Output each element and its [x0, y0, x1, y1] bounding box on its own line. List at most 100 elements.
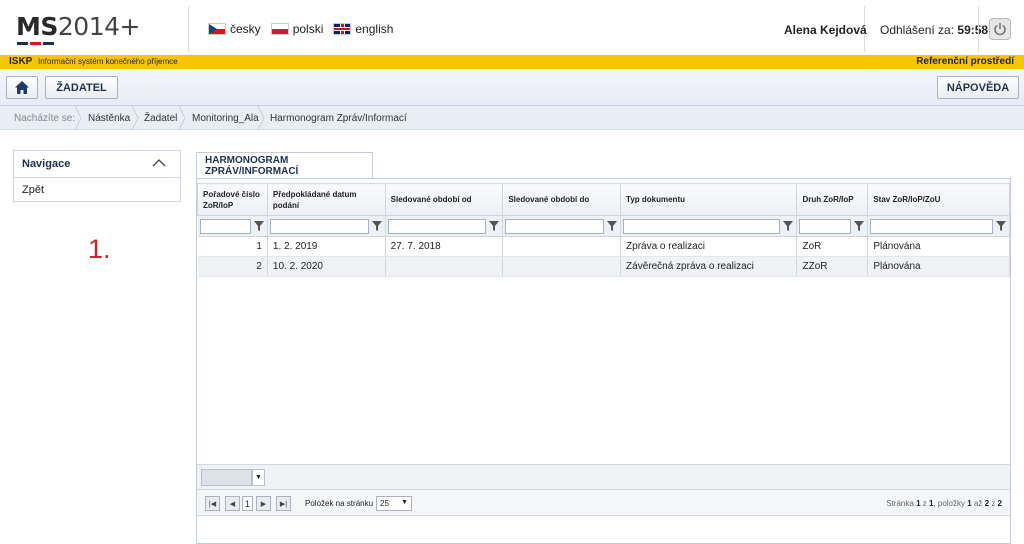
grid-toolbar: ▼: [197, 464, 1010, 489]
pager-info-text: z: [991, 499, 996, 508]
pager-info-text: až: [973, 499, 983, 508]
zadatel-button[interactable]: ŽADATEL: [45, 76, 118, 99]
table-cell: ZZoR: [796, 256, 869, 277]
environment-label: Referenční prostředí: [916, 56, 1014, 67]
breadcrumb-item-monitoring[interactable]: Monitoring_Ala: [192, 113, 259, 124]
system-bar: ISKP Informační systém konečného příjemc…: [0, 55, 1024, 69]
breadcrumb-item-nastenka[interactable]: Nástěnka: [88, 113, 130, 124]
first-page-button[interactable]: |◀: [205, 496, 220, 511]
grid-export-select[interactable]: ▼: [201, 469, 265, 486]
table-cell: Zpráva o realizaci: [620, 236, 798, 257]
page-size-select[interactable]: 25 ▼: [376, 496, 412, 511]
filter-input[interactable]: [505, 218, 605, 234]
navigation-title: Navigace: [22, 158, 71, 170]
tab-harmonogram[interactable]: HARMONOGRAM ZPRÁV/INFORMACÍ: [196, 152, 373, 179]
filter-input[interactable]: [799, 218, 852, 234]
table-cell: Plánována: [867, 256, 1010, 277]
filter-cell: [197, 215, 268, 237]
chevron-down-icon: ▼: [401, 499, 408, 506]
pager-info: Stránka 1 z 1, položky 1 až 2 z 2: [886, 499, 1002, 508]
filter-input[interactable]: [199, 218, 251, 234]
column-header[interactable]: Pořadové číslo ZoR/IoP: [197, 183, 268, 216]
next-page-button[interactable]: ▶: [256, 496, 271, 511]
navigation-panel: Navigace Zpět: [13, 150, 181, 202]
filter-cell: [796, 215, 869, 237]
logout-button[interactable]: [989, 18, 1011, 40]
system-name: Informační systém konečného příjemce: [38, 57, 178, 66]
column-header[interactable]: Předpokládané datum podání: [266, 183, 386, 216]
header-divider: [188, 6, 189, 52]
lang-label: english: [355, 22, 394, 36]
system-code: ISKP: [9, 56, 33, 67]
prev-page-button[interactable]: ◀: [225, 496, 240, 511]
filter-icon[interactable]: [371, 219, 383, 234]
table-cell: Plánována: [867, 236, 1010, 257]
column-header[interactable]: Sledované období do: [502, 183, 622, 216]
top-header: MS2014+ česky polski english Alena Kejdo…: [0, 0, 1024, 55]
data-grid: Pořadové číslo ZoR/IoP Předpokládané dat…: [196, 178, 1011, 544]
filter-icon[interactable]: [488, 219, 500, 234]
filter-cell: [267, 215, 386, 237]
pager-info-text: Stránka: [886, 499, 914, 508]
filter-icon[interactable]: [782, 219, 794, 234]
table-row[interactable]: 1 1. 2. 2019 27. 7. 2018 Zpráva o realiz…: [197, 236, 1010, 257]
column-header[interactable]: Typ dokumentu: [620, 183, 798, 216]
pager-info-text: , položky: [933, 499, 966, 508]
current-page-input[interactable]: 1: [242, 496, 253, 511]
logout-timer: Odhlášení za: 59:58: [880, 23, 988, 37]
filter-input[interactable]: [870, 218, 993, 234]
filter-input[interactable]: [269, 218, 369, 234]
filter-row: [197, 215, 1010, 237]
last-page-button[interactable]: ▶|: [276, 496, 291, 511]
help-button[interactable]: NÁPOVĚDA: [937, 76, 1019, 99]
logout-countdown: 59:58: [957, 23, 989, 37]
filter-input[interactable]: [623, 218, 781, 234]
grid-table: Pořadové číslo ZoR/IoP Předpokládané dat…: [197, 183, 1010, 277]
filter-cell: [502, 215, 622, 237]
ms2014-logo[interactable]: MS2014+: [16, 12, 140, 41]
next-page-icon: ▶: [260, 500, 267, 508]
english-flag-icon: [333, 23, 352, 35]
pager-info-value: 1: [916, 499, 921, 508]
logo-stripe: [17, 42, 54, 45]
czech-flag-icon: [208, 23, 226, 35]
navigation-header[interactable]: Navigace: [14, 151, 180, 178]
lang-english[interactable]: english: [333, 22, 393, 36]
breadcrumb-separator-icon: [178, 105, 186, 131]
lang-label: polski: [292, 22, 324, 36]
user-name[interactable]: Alena Kejdová: [784, 23, 867, 37]
filter-icon[interactable]: [853, 219, 865, 234]
table-cell: [385, 256, 504, 277]
column-header[interactable]: Druh ZoR/IoP: [796, 183, 869, 216]
breadcrumb-item-harmonogram: Harmonogram Zpráv/Informací: [270, 113, 407, 124]
filter-icon[interactable]: [995, 219, 1007, 234]
lang-label: česky: [230, 22, 261, 36]
table-row[interactable]: 2 10. 2. 2020 Závěrečná zpráva o realiza…: [197, 256, 1010, 277]
breadcrumb-lead: Nacházíte se:: [14, 113, 76, 124]
filter-cell: [620, 215, 798, 237]
column-header[interactable]: Sledované období od: [384, 183, 504, 216]
filter-icon[interactable]: [253, 219, 265, 234]
table-cell: 27. 7. 2018: [385, 236, 504, 257]
table-cell: 1. 2. 2019: [267, 236, 386, 257]
grid-header-row: Pořadové číslo ZoR/IoP Předpokládané dat…: [197, 183, 1010, 216]
pager: |◀ ◀ 1 ▶ ▶| Položek na stránku 25 ▼ Strá…: [197, 489, 1010, 516]
filter-cell: [385, 215, 504, 237]
breadcrumb-separator-icon: [131, 105, 139, 131]
filter-icon[interactable]: [606, 219, 618, 234]
home-button[interactable]: [6, 76, 38, 99]
lang-czech[interactable]: česky: [208, 22, 261, 36]
chevron-down-icon: ▼: [252, 469, 265, 486]
last-page-icon: ▶|: [279, 500, 288, 508]
page-size-value: 25: [380, 499, 389, 508]
pager-info-text: z: [922, 499, 927, 508]
lang-polish[interactable]: polski: [270, 22, 324, 36]
nav-item-back[interactable]: Zpět: [14, 178, 180, 202]
breadcrumb-item-zadatel[interactable]: Žadatel: [144, 113, 177, 124]
column-header[interactable]: Stav ZoR/IoP/ZoU: [867, 183, 1010, 216]
table-cell: [502, 236, 622, 257]
breadcrumb-separator-icon: [74, 105, 82, 131]
filter-input[interactable]: [387, 218, 487, 234]
breadcrumb-separator-icon: [257, 105, 265, 131]
table-cell: 10. 2. 2020: [267, 256, 386, 277]
